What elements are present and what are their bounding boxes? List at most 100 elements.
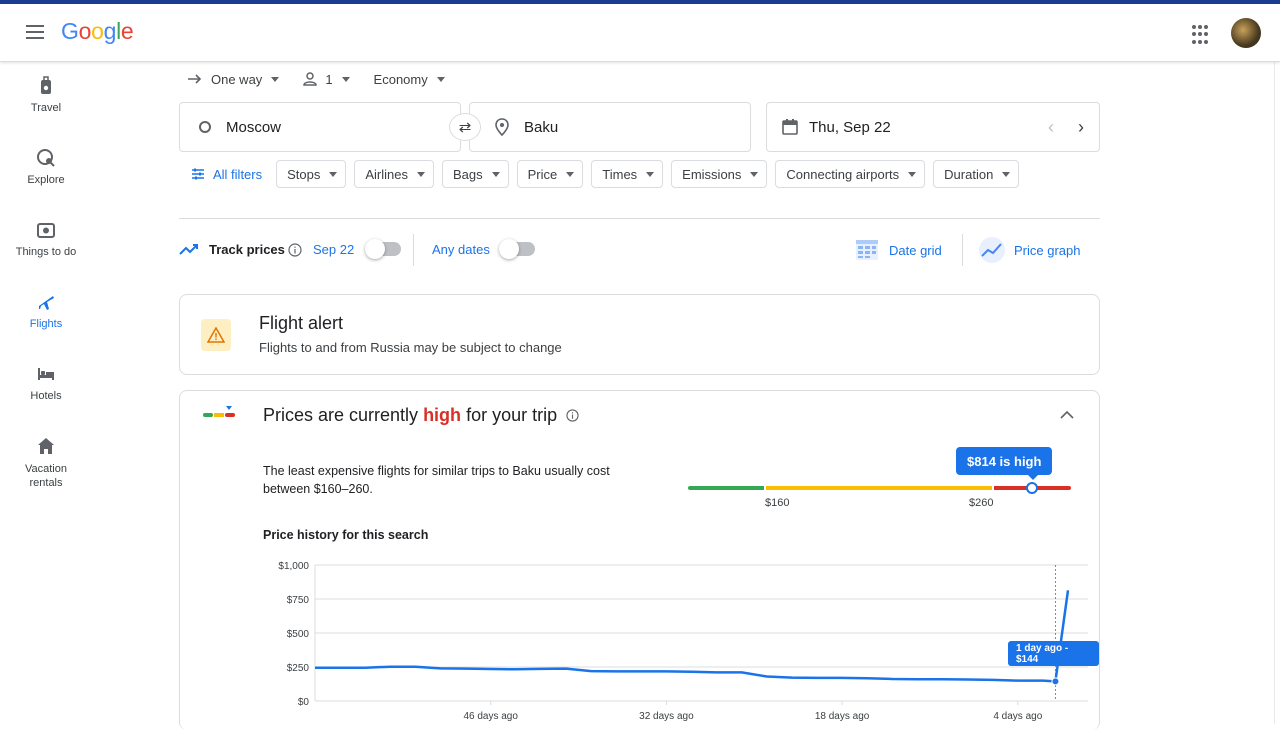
sidebar-item-flights[interactable]: Flights [0, 292, 92, 330]
chevron-down-icon [750, 171, 759, 177]
sidebar-item-travel[interactable]: Travel [0, 76, 92, 114]
top-app-bar: Google [0, 4, 1280, 62]
description-line: between $160–260. [263, 482, 373, 496]
filter-chip-bags[interactable]: Bags [442, 160, 509, 188]
x-tick-label: 4 days ago [993, 711, 1042, 722]
range-high-label: $260 [969, 497, 994, 509]
price-history-line [315, 590, 1070, 683]
badge-price: $814 is [967, 453, 1014, 469]
origin-field[interactable]: Moscow [179, 102, 461, 152]
chevron-up-icon[interactable] [1059, 409, 1075, 421]
price-graph-icon [979, 237, 1005, 263]
logo-letter: o [78, 18, 92, 44]
sidebar-item-label: Travel [30, 102, 62, 114]
passenger-count: 1 [325, 71, 333, 87]
date-grid-button[interactable]: Date grid [855, 236, 942, 264]
sidebar-item-hotels[interactable]: Hotels [0, 364, 92, 402]
y-tick-label: $500 [287, 629, 310, 640]
vertical-divider [413, 234, 414, 266]
any-dates-label: Any dates [432, 242, 490, 257]
price-insight-description: The least expensive flights for similar … [263, 462, 610, 498]
date-grid-label: Date grid [889, 242, 942, 258]
sidebar-item-label: Things to do [15, 246, 77, 258]
info-icon[interactable] [566, 409, 579, 422]
flight-alert-card: Flight alert Flights to and from Russia … [179, 294, 1100, 375]
price-level-icon [203, 406, 235, 417]
any-dates-toggle[interactable] [499, 239, 535, 259]
arrow-right-icon [188, 74, 202, 84]
y-tick-label: $1,000 [278, 561, 309, 572]
price-insight-title: Prices are currently high for your trip [263, 405, 579, 426]
next-date-icon[interactable]: › [1078, 117, 1084, 138]
price-level-text: high [423, 405, 462, 425]
explore-globe-icon [37, 149, 55, 167]
track-date-toggle[interactable] [365, 239, 401, 259]
chevron-down-icon [646, 171, 655, 177]
chip-label: Duration [944, 166, 994, 182]
chevron-down-icon [341, 76, 350, 82]
filter-chip-airlines[interactable]: Airlines [354, 160, 434, 188]
y-tick-label: $250 [287, 663, 310, 674]
price-graph-button[interactable]: Price graph [978, 236, 1080, 264]
vertical-divider [962, 234, 963, 266]
info-icon[interactable] [288, 243, 302, 257]
price-graph-label: Price graph [1014, 242, 1081, 258]
alert-title: Flight alert [259, 313, 344, 333]
y-tick-label: $0 [298, 697, 310, 708]
swap-locations-button[interactable]: ⇄ [449, 113, 481, 141]
sidebar-item-vacation-rentals[interactable]: Vacation rentals [0, 436, 92, 490]
track-prices-row: Track prices Sep 22 Any dates Date grid … [179, 234, 1100, 266]
chevron-down-icon [566, 171, 575, 177]
chevron-down-icon [436, 76, 445, 82]
price-history-chart: $0 $250 $500 $750 $1,000 46 days ago 32 days a… [278, 561, 1088, 722]
price-range-bar [688, 482, 1071, 494]
filter-chip-times[interactable]: Times [591, 160, 664, 188]
sidebar-item-explore[interactable]: Explore [0, 148, 92, 186]
sidebar-item-label: Explore [27, 174, 65, 186]
passengers-select[interactable]: 1 [303, 71, 350, 87]
sidebar-item-label: Flights [29, 318, 63, 330]
logo-letter: g [103, 18, 117, 44]
price-point-tooltip: 1 day ago - $144 [1008, 641, 1099, 666]
logo-letter: G [61, 18, 79, 44]
filter-chip-connecting-airports[interactable]: Connecting airports [775, 160, 926, 188]
x-tick-label: 32 days ago [639, 711, 694, 722]
sidebar-item-things-to-do[interactable]: Things to do [0, 220, 92, 258]
track-date-label: Sep 22 [313, 242, 355, 257]
filter-chip-price[interactable]: Price [516, 160, 584, 188]
chevron-down-icon [417, 171, 425, 177]
cabin-class-select[interactable]: Economy [374, 72, 445, 87]
filter-chip-stops[interactable]: Stops [276, 160, 347, 188]
departure-date-field[interactable]: Thu, Sep 22 ‹ › [766, 102, 1100, 152]
trip-options-bar: One way 1 Economy [179, 66, 469, 92]
airplane-icon [39, 296, 54, 310]
person-icon [303, 72, 318, 86]
filter-chip-emissions[interactable]: Emissions [671, 160, 768, 188]
chevron-down-icon [271, 76, 280, 82]
price-history-title: Price history for this search [263, 528, 429, 542]
destination-field[interactable]: Baku [469, 102, 751, 152]
section-divider [179, 218, 1100, 219]
chip-label: Bags [453, 166, 483, 182]
location-pin-icon [495, 118, 509, 136]
swap-arrows-icon: ⇄ [458, 119, 472, 136]
trip-type-select[interactable]: One way [187, 72, 280, 87]
origin-value: Moscow [226, 118, 282, 136]
chevron-down-icon [1002, 171, 1011, 177]
account-avatar[interactable] [1231, 18, 1261, 48]
google-logo[interactable]: Google [61, 18, 134, 45]
badge-level: high [1014, 453, 1042, 469]
destination-value: Baku [524, 118, 559, 136]
date-grid-icon [856, 240, 878, 260]
chevron-down-icon [491, 171, 500, 177]
previous-date-icon[interactable]: ‹ [1048, 117, 1054, 138]
logo-letter: e [120, 18, 134, 44]
alert-text: Flights to and from Russia may be subjec… [259, 340, 562, 355]
filter-chip-duration[interactable]: Duration [933, 160, 1020, 188]
google-apps-icon[interactable] [1192, 25, 1212, 45]
main-menu-icon[interactable] [22, 21, 48, 45]
sidebar-item-label: Vacation rentals [25, 463, 67, 489]
all-filters-button[interactable]: All filters [191, 167, 262, 182]
x-tick-label: 18 days ago [815, 711, 870, 722]
bed-icon [38, 368, 54, 380]
